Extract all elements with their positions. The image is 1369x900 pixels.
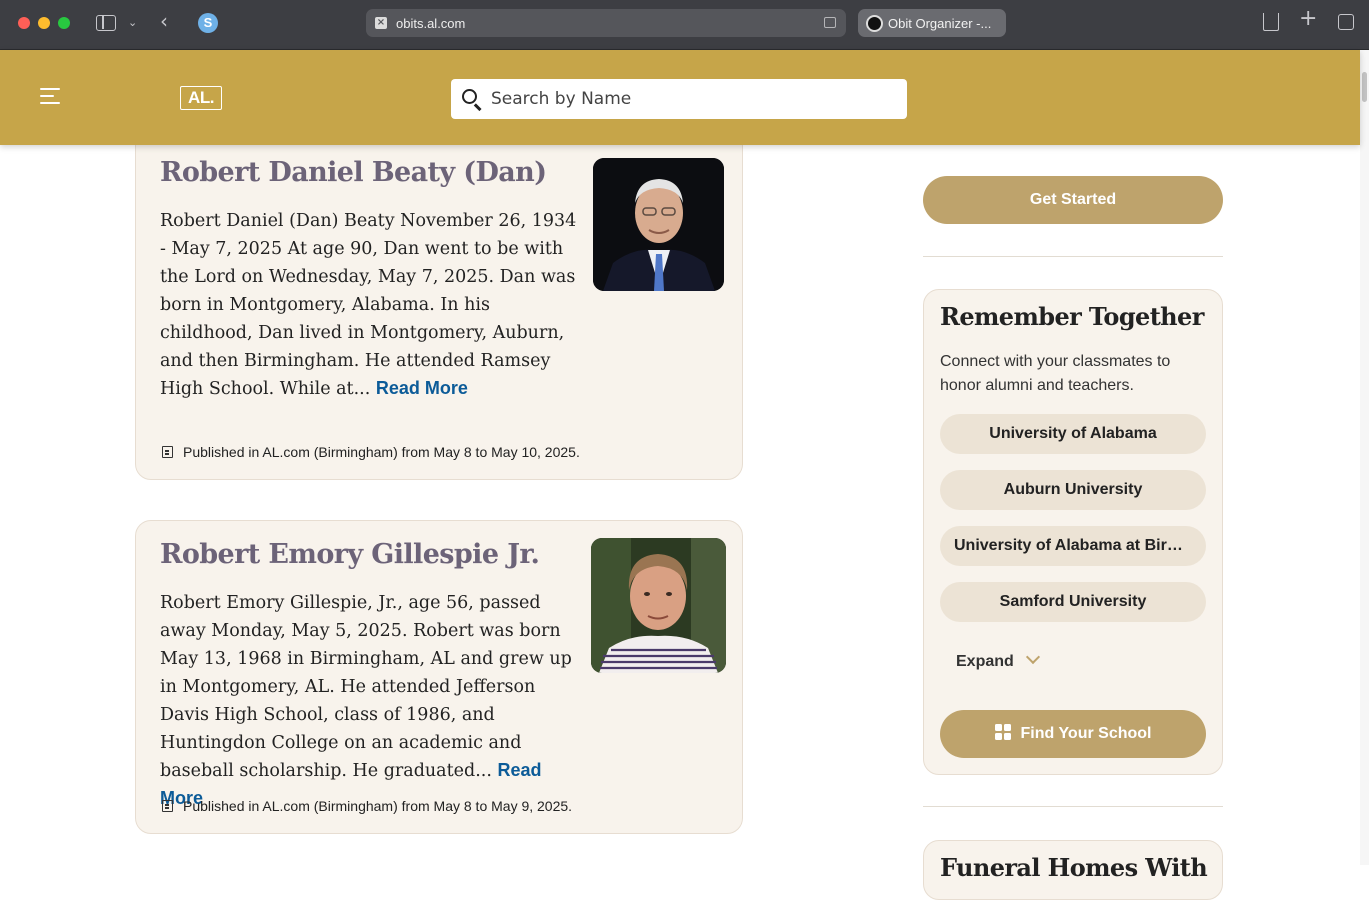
address-bar[interactable]: × obits.al.com bbox=[366, 9, 846, 37]
panel-description: Connect with your classmates to honor al… bbox=[940, 353, 1171, 394]
reader-mode-icon[interactable] bbox=[824, 17, 836, 28]
tab-overview-icon[interactable] bbox=[1338, 14, 1354, 30]
tab-favicon-icon bbox=[866, 15, 883, 32]
remember-together-panel: Remember Together Connect with your clas… bbox=[923, 289, 1223, 775]
obituary-photo[interactable] bbox=[593, 158, 724, 291]
scrollbar-thumb[interactable] bbox=[1362, 72, 1367, 102]
obituary-excerpt: Robert Daniel (Dan) Beaty November 26, 1… bbox=[160, 207, 580, 403]
find-your-school-button[interactable]: Find Your School bbox=[940, 710, 1206, 758]
page-scrollbar[interactable] bbox=[1360, 50, 1369, 865]
published-note: Published in AL.com (Birmingham) from Ma… bbox=[162, 444, 580, 460]
chevron-down-icon bbox=[1025, 649, 1040, 665]
site-favicon-icon: × bbox=[375, 17, 387, 29]
published-text: Published in AL.com (Birmingham) from Ma… bbox=[183, 798, 573, 814]
obituary-photo[interactable] bbox=[591, 538, 726, 673]
tab-title: Obit Organizer -... bbox=[888, 16, 992, 31]
share-icon[interactable] bbox=[1263, 13, 1279, 31]
newspaper-icon bbox=[162, 446, 173, 458]
obituary-card: Robert Daniel Beaty (Dan) Robert Daniel … bbox=[135, 130, 743, 480]
published-text: Published in AL.com (Birmingham) from Ma… bbox=[183, 444, 580, 460]
expand-button[interactable]: Expand bbox=[956, 649, 1040, 671]
panel-title: Remember Together bbox=[940, 302, 1204, 331]
school-button-samford-university[interactable]: Samford University bbox=[940, 582, 1206, 622]
search-input[interactable] bbox=[491, 79, 891, 119]
al-logo[interactable]: AL. bbox=[180, 86, 222, 110]
obituary-excerpt: Robert Emory Gillespie, Jr., age 56, pas… bbox=[160, 589, 580, 813]
school-button-university-of-alabama[interactable]: University of Alabama bbox=[940, 414, 1206, 454]
school-button-auburn-university[interactable]: Auburn University bbox=[940, 470, 1206, 510]
search-box bbox=[451, 79, 907, 119]
menu-icon[interactable] bbox=[40, 88, 60, 104]
expand-label: Expand bbox=[956, 653, 1014, 670]
newspaper-icon bbox=[162, 800, 173, 812]
search-icon[interactable] bbox=[462, 89, 477, 104]
back-arrow-icon[interactable]: ‹ bbox=[160, 11, 168, 31]
browser-toolbar: ⌄ ‹ S × obits.al.com Obit Organizer -...… bbox=[0, 0, 1369, 50]
sidebar-toggle-icon[interactable] bbox=[96, 15, 116, 31]
read-more-link[interactable]: Read More bbox=[376, 378, 468, 398]
close-window-button[interactable] bbox=[18, 17, 30, 29]
new-tab-icon[interactable]: + bbox=[1299, 8, 1317, 30]
get-started-button[interactable]: Get Started bbox=[923, 176, 1223, 224]
extension-s-icon[interactable]: S bbox=[198, 13, 218, 33]
divider bbox=[923, 256, 1223, 257]
school-button-uab[interactable]: University of Alabama at Birmingham bbox=[940, 526, 1206, 566]
grid-icon bbox=[994, 724, 1012, 741]
obituary-name[interactable]: Robert Emory Gillespie Jr. bbox=[160, 539, 540, 570]
zoom-window-button[interactable] bbox=[58, 17, 70, 29]
browser-tab[interactable]: Obit Organizer -... bbox=[858, 9, 1006, 37]
minimize-window-button[interactable] bbox=[38, 17, 50, 29]
site-header: AL. bbox=[0, 50, 1360, 145]
excerpt-text: Robert Emory Gillespie, Jr., age 56, pas… bbox=[160, 593, 572, 781]
chevron-down-icon[interactable]: ⌄ bbox=[128, 15, 137, 31]
obituary-card: Robert Emory Gillespie Jr. Robert Emory … bbox=[135, 520, 743, 834]
excerpt-text: Robert Daniel (Dan) Beaty November 26, 1… bbox=[160, 211, 577, 399]
funeral-homes-title: Funeral Homes With bbox=[940, 853, 1208, 882]
divider bbox=[923, 806, 1223, 807]
funeral-homes-panel: Funeral Homes With bbox=[923, 840, 1223, 900]
published-note: Published in AL.com (Birmingham) from Ma… bbox=[162, 798, 572, 814]
find-school-label: Find Your School bbox=[1020, 725, 1152, 742]
obituary-name[interactable]: Robert Daniel Beaty (Dan) bbox=[160, 157, 547, 188]
url-text: obits.al.com bbox=[396, 16, 466, 31]
